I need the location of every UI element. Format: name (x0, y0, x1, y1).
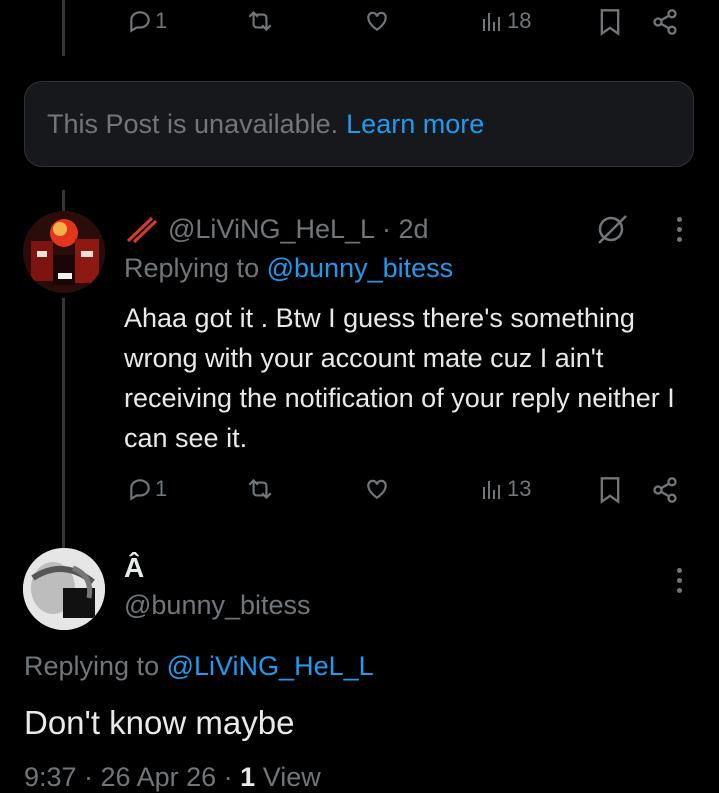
unavailable-text: This Post is unavailable. (47, 108, 339, 139)
like-button[interactable] (363, 476, 391, 502)
more-options-icon[interactable] (677, 217, 682, 242)
more-options-icon[interactable] (677, 568, 682, 593)
repost-button[interactable] (245, 476, 275, 502)
reply-icon (130, 11, 150, 33)
share-icon (653, 9, 677, 35)
post-header: @LiViNG_HeL_L · 2d (124, 212, 429, 246)
bookmark-button[interactable] (598, 476, 622, 504)
reply-button[interactable]: 1 (127, 8, 167, 34)
share-button[interactable] (651, 8, 679, 36)
reply-icon (130, 479, 150, 501)
post-time: · 2d (382, 213, 429, 244)
thread-line-lower (62, 298, 65, 548)
display-name[interactable]: Â (124, 552, 144, 584)
replying-label: Replying to (24, 651, 160, 681)
view-label: View (262, 762, 321, 792)
bookmark-icon (600, 477, 620, 504)
author-handle[interactable]: @bunny_bitess (124, 590, 311, 621)
reply-button[interactable]: 1 (127, 476, 167, 502)
post-body: Don't know maybe (24, 704, 295, 741)
views-button[interactable]: 13 (480, 476, 531, 502)
repost-button[interactable] (245, 8, 275, 34)
views-icon (483, 13, 500, 31)
view-count: 1 (240, 762, 256, 792)
like-button[interactable] (363, 8, 391, 34)
avatar[interactable] (23, 211, 105, 293)
replying-handle-link[interactable]: @LiViNG_HeL_L (167, 651, 374, 681)
avatar-image (23, 548, 105, 630)
views-count: 13 (507, 476, 532, 501)
replying-to: Replying to @bunny_bitess (124, 253, 453, 284)
share-button[interactable] (651, 476, 679, 504)
views-icon (483, 481, 500, 499)
slash-emoji-icon (126, 216, 158, 244)
avatar-image (23, 211, 105, 293)
grok-icon[interactable] (595, 213, 629, 245)
bookmark-button[interactable] (598, 8, 622, 36)
replying-label: Replying to (124, 253, 260, 283)
views-count: 18 (507, 8, 532, 33)
heart-icon (367, 11, 387, 31)
repost-icon (248, 10, 272, 32)
reply-count: 1 (155, 8, 168, 33)
thread-line-middle (62, 190, 65, 212)
views-button[interactable]: 18 (480, 8, 531, 34)
thread-line-top (62, 0, 65, 56)
post-timestamp: 9:37 · 26 Apr 26 · (24, 762, 233, 792)
replying-to: Replying to @LiViNG_HeL_L (24, 651, 374, 682)
heart-icon (367, 479, 387, 499)
share-icon (653, 477, 677, 503)
reply-count: 1 (155, 476, 168, 501)
repost-icon (248, 478, 272, 500)
bookmark-icon (600, 9, 620, 36)
post-footer-meta: 9:37 · 26 Apr 26 · 1 View (24, 762, 321, 793)
author-handle[interactable]: @LiViNG_HeL_L (168, 214, 375, 245)
post-body: Ahaa got it . Btw I guess there's someth… (124, 303, 675, 453)
avatar[interactable] (23, 548, 105, 630)
unavailable-post-notice: This Post is unavailable. Learn more (24, 81, 694, 167)
replying-handle-link[interactable]: @bunny_bitess (267, 253, 454, 283)
learn-more-link[interactable]: Learn more (346, 109, 484, 140)
